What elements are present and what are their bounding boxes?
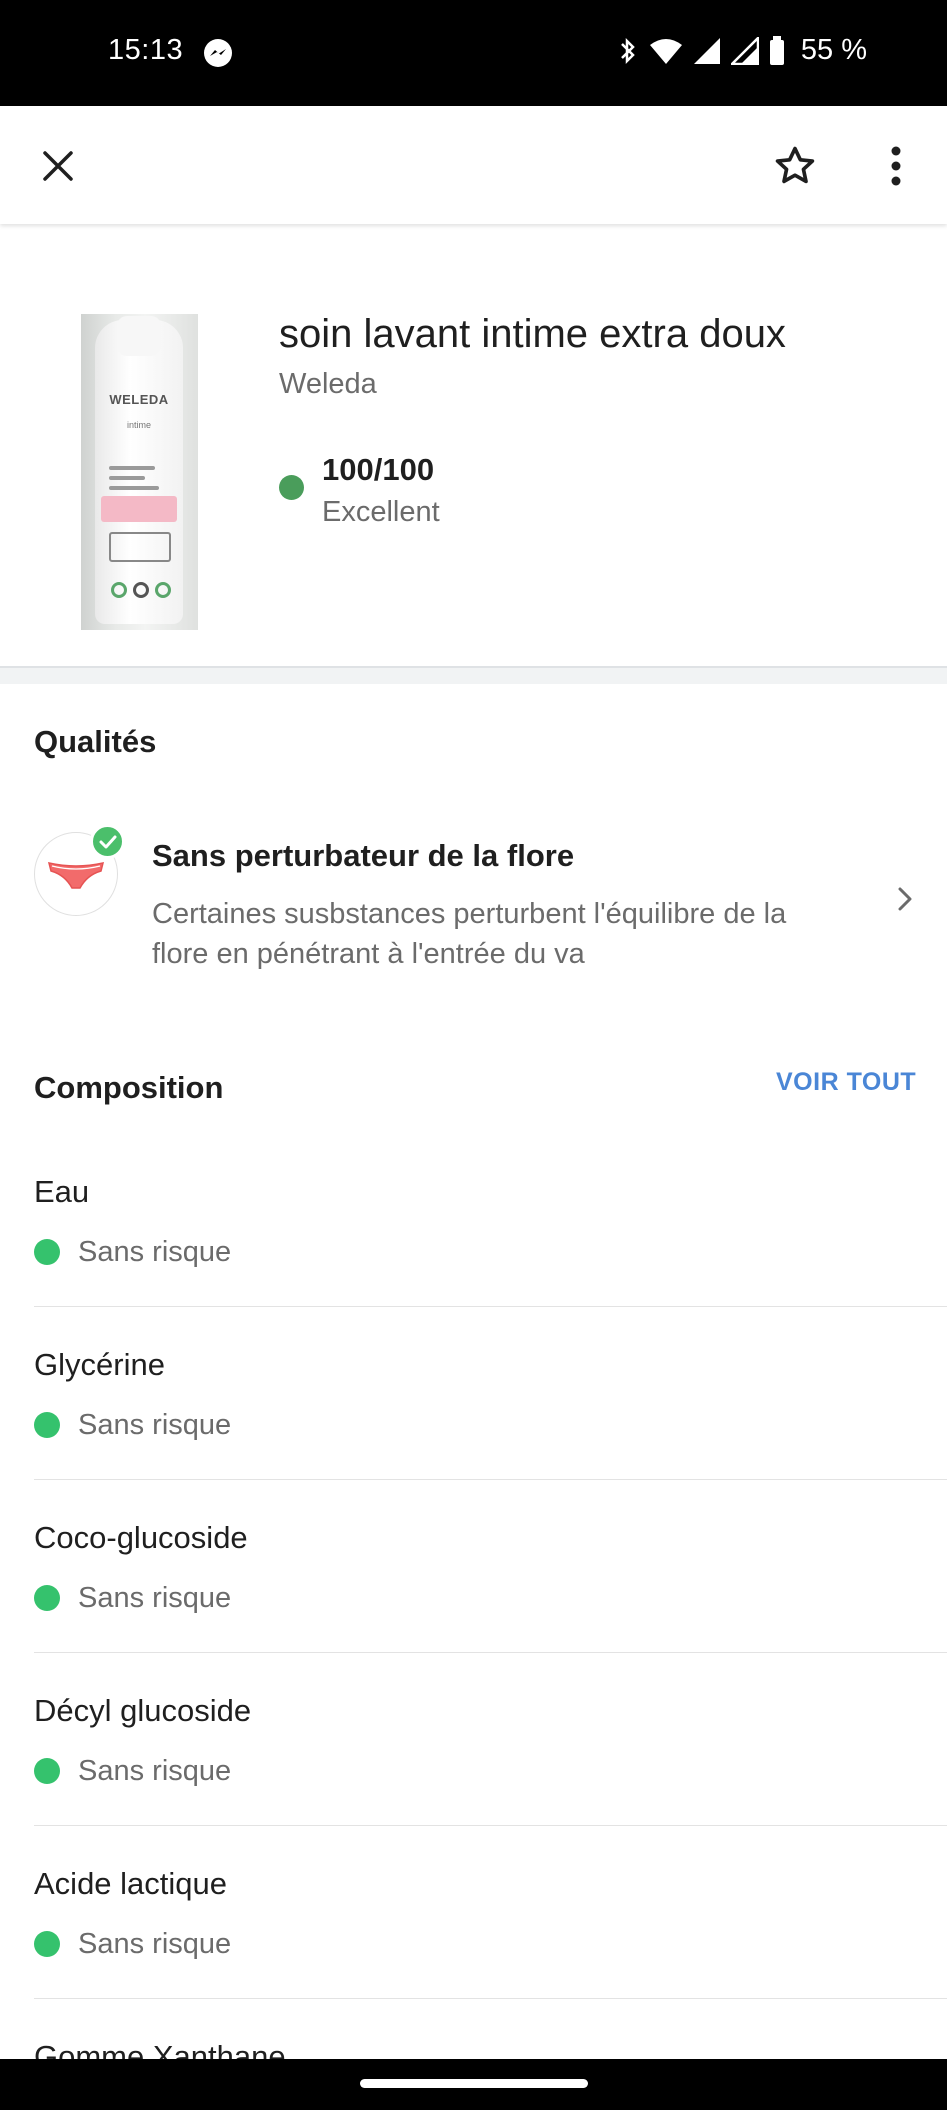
status-bar: 15:13 55 % — [0, 0, 947, 106]
quality-title: Sans perturbateur de la flore — [152, 838, 575, 873]
favorite-button[interactable] — [765, 136, 825, 196]
product-score-label: Excellent — [322, 496, 440, 528]
wifi-icon — [649, 37, 683, 65]
close-icon — [43, 151, 73, 181]
more-options-button[interactable] — [866, 136, 926, 196]
battery-icon — [769, 35, 785, 66]
ingredient-name: Coco-glucoside — [34, 1520, 248, 1555]
qualites-title: Qualités — [34, 724, 157, 759]
chevron-right-icon — [890, 884, 920, 914]
product-brand: Weleda — [279, 368, 377, 400]
ingredient-name: Glycérine — [34, 1347, 165, 1382]
ingredient-row[interactable]: Acide lactique Sans risque — [34, 1826, 947, 1999]
section-divider — [0, 666, 947, 684]
ingredient-name: Décyl glucoside — [34, 1693, 252, 1728]
product-image-brand: WELEDA — [109, 392, 169, 407]
app-screen: 15:13 55 % WELEDA intime soin lavant int… — [0, 0, 947, 2110]
score-indicator — [279, 475, 304, 500]
battery-level: 55 % — [800, 34, 867, 66]
ingredient-row[interactable]: Glycérine Sans risque — [34, 1307, 947, 1480]
product-image-subtext: intime — [126, 420, 151, 430]
status-time: 15:13 — [108, 34, 184, 66]
risk-indicator — [34, 1585, 60, 1611]
product-score: 100/100 — [322, 452, 435, 487]
risk-indicator — [34, 1931, 60, 1957]
ingredient-name: Acide lactique — [34, 1866, 228, 1901]
ingredient-name: Eau — [34, 1174, 90, 1209]
close-button[interactable] — [28, 136, 88, 196]
more-vert-icon — [891, 146, 901, 186]
bluetooth-icon — [617, 36, 639, 66]
product-header: WELEDA intime soin lavant intime extra d… — [0, 224, 947, 666]
quality-description: Certaines susbstances perturbent l'équil… — [152, 898, 787, 970]
see-all-button[interactable]: VOIR TOUT — [776, 1068, 916, 1097]
app-bar — [0, 106, 947, 224]
navigation-bar — [0, 2059, 947, 2110]
ingredient-row[interactable]: Décyl glucoside Sans risque — [34, 1653, 947, 1826]
product-title: soin lavant intime extra doux — [279, 312, 786, 356]
ingredient-row[interactable]: Coco-glucoside Sans risque — [34, 1480, 947, 1653]
product-image[interactable]: WELEDA intime — [81, 314, 198, 630]
ingredient-risk: Sans risque — [78, 1582, 232, 1614]
risk-indicator — [34, 1758, 60, 1784]
status-icons: 55 % — [617, 34, 867, 67]
risk-indicator — [34, 1239, 60, 1265]
signal-icon-2 — [730, 36, 759, 65]
ingredient-risk: Sans risque — [78, 1755, 232, 1787]
ingredient-row[interactable]: Eau Sans risque — [34, 1134, 947, 1307]
home-gesture-handle[interactable] — [360, 2079, 588, 2088]
ingredient-risk: Sans risque — [78, 1236, 232, 1268]
bottle-illustration: WELEDA intime — [95, 316, 183, 624]
ingredient-list: Eau Sans risque Glycérine Sans risque Co… — [0, 1134, 947, 2110]
risk-indicator — [34, 1412, 60, 1438]
quality-item[interactable]: Sans perturbateur de la flore Certaines … — [0, 800, 947, 980]
messenger-icon — [203, 38, 233, 68]
composition-title: Composition — [34, 1070, 224, 1105]
check-icon — [90, 824, 125, 859]
signal-icon — [693, 37, 721, 65]
ingredient-risk: Sans risque — [78, 1409, 232, 1441]
star-outline-icon — [775, 146, 815, 184]
ingredient-risk: Sans risque — [78, 1928, 232, 1960]
